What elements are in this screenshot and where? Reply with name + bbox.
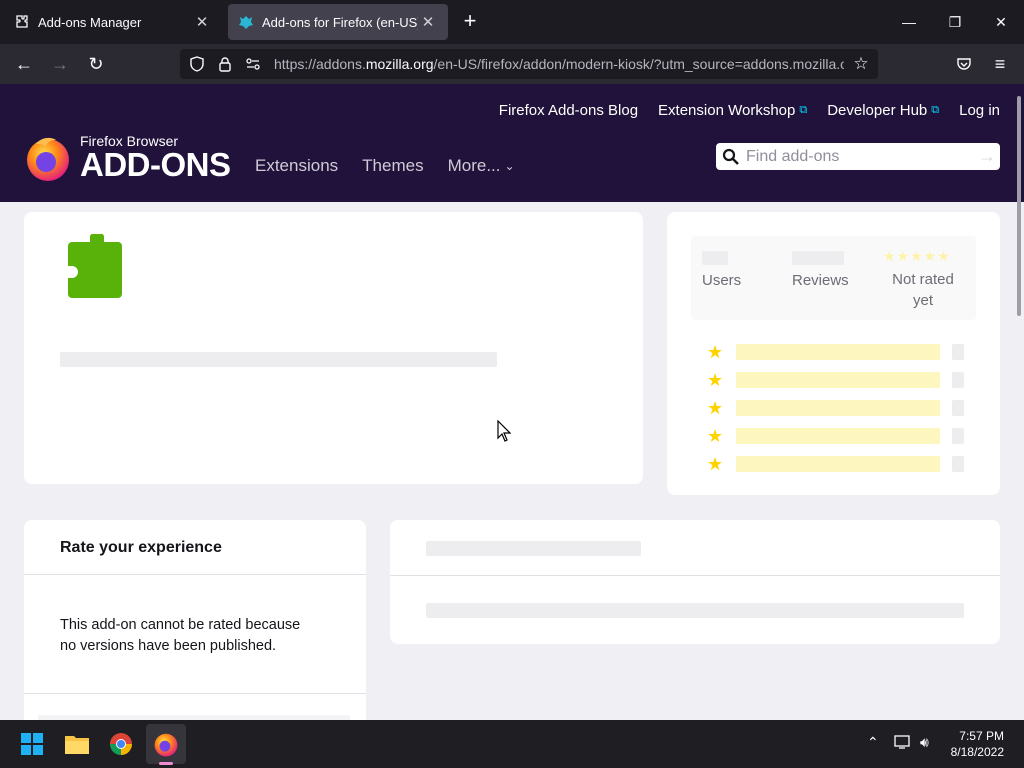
puzzle-icon <box>68 234 122 298</box>
rating-bar-row[interactable]: ★ <box>707 426 967 446</box>
firefox-logo-icon <box>27 137 69 181</box>
close-tab-icon[interactable]: ✕ <box>418 12 438 32</box>
rating-count-placeholder <box>952 456 964 472</box>
pocket-icon[interactable] <box>952 52 976 76</box>
header-top-links: Firefox Add-ons Blog Extension Workshop ⧉… <box>499 102 1000 119</box>
divider <box>24 574 366 575</box>
users-label: Users <box>702 272 742 289</box>
rating-stars-placeholder: ★★★★★ <box>883 248 951 264</box>
star-icon: ★ <box>707 398 724 418</box>
tab-title: Add-ons for Firefox (en-US) <box>262 14 418 30</box>
puzzle-icon <box>16 15 28 28</box>
external-link-icon: ⧉ <box>799 104 808 116</box>
tab-addons-manager[interactable]: Add-ons Manager ✕ <box>4 4 222 40</box>
file-explorer-icon[interactable] <box>61 728 93 760</box>
star-icon: ★ <box>707 342 724 362</box>
close-tab-icon[interactable]: ✕ <box>192 12 212 32</box>
addon-meta-card: Users Reviews ★★★★★ Not rated yet ★ ★ ★ ★… <box>667 212 1000 495</box>
close-window-icon[interactable]: ✕ <box>989 10 1013 34</box>
reviews-label: Reviews <box>792 272 849 289</box>
content-placeholder <box>426 603 964 618</box>
permissions-icon[interactable] <box>242 53 264 75</box>
url-text[interactable]: https://addons.mozilla.org/en-US/firefox… <box>274 56 844 72</box>
rating-bar <box>736 344 940 360</box>
system-clock[interactable]: 7:57 PM 8/18/2022 <box>951 728 1004 760</box>
navigation-toolbar: ← → ↻ https://addons.mozilla.org/en-US/f… <box>0 44 1024 84</box>
heading-placeholder <box>426 541 641 556</box>
search-input[interactable] <box>746 147 966 166</box>
link-log-in[interactable]: Log in <box>959 102 1000 119</box>
back-icon[interactable]: ← <box>12 52 36 76</box>
chevron-down-icon: ⌄ <box>504 159 515 173</box>
tab-title: Add-ons Manager <box>38 14 142 30</box>
minimize-icon[interactable]: — <box>897 10 921 34</box>
lock-icon[interactable] <box>214 53 236 75</box>
logo-title: ADD-ONS <box>80 146 231 183</box>
nav-themes[interactable]: Themes <box>362 156 423 176</box>
rating-bar-row[interactable]: ★ <box>707 454 967 474</box>
link-addons-blog[interactable]: Firefox Add-ons Blog <box>499 102 638 119</box>
rating-bar <box>736 372 940 388</box>
divider <box>390 575 1000 576</box>
site-header: Firefox Add-ons Blog Extension Workshop ⧉… <box>0 84 1024 202</box>
rate-experience-card: Rate your experience This add-on cannot … <box>24 520 366 730</box>
page-scrollbar[interactable] <box>1017 96 1021 316</box>
network-icon[interactable] <box>894 734 912 753</box>
main-nav: Extensions Themes More... ⌄ <box>255 156 515 176</box>
rating-bar-row[interactable]: ★ <box>707 342 967 362</box>
amo-icon <box>239 16 253 29</box>
users-count-placeholder <box>702 251 728 265</box>
rating-count-placeholder <box>952 428 964 444</box>
star-icon: ★ <box>707 426 724 446</box>
rating-count-placeholder <box>952 344 964 360</box>
reviews-count-placeholder <box>792 251 844 265</box>
search-icon <box>722 148 739 165</box>
star-icon: ★ <box>707 454 724 474</box>
search-box: → <box>716 143 1000 170</box>
addon-info-card <box>24 212 643 484</box>
link-developer-hub[interactable]: Developer Hub ⧉ <box>827 102 939 119</box>
volume-icon[interactable]: 🔊︎ <box>920 734 929 751</box>
show-hidden-icons-chevron-icon[interactable]: ⌃ <box>867 734 879 751</box>
restore-icon[interactable]: ❐ <box>943 10 967 34</box>
clock-time: 7:57 PM <box>959 729 1004 743</box>
rating-bar-row[interactable]: ★ <box>707 370 967 390</box>
addon-name-placeholder <box>60 352 497 367</box>
new-tab-button[interactable]: + <box>458 10 482 34</box>
active-app-indicator <box>159 762 173 765</box>
addon-details-card <box>390 520 1000 644</box>
bookmark-star-icon[interactable]: ☆ <box>850 53 872 75</box>
addons-logo[interactable]: Firefox Browser ADD-ONS <box>24 132 234 184</box>
clock-date: 8/18/2022 <box>950 745 1004 759</box>
star-icon: ★ <box>707 370 724 390</box>
not-rated-label: Not rated yet <box>892 271 954 309</box>
windows-start-icon[interactable] <box>16 728 48 760</box>
shield-icon[interactable] <box>186 53 208 75</box>
rating-bar <box>736 400 940 416</box>
rating-bar <box>736 428 940 444</box>
external-link-icon: ⧉ <box>931 104 940 116</box>
rating-bar-row[interactable]: ★ <box>707 398 967 418</box>
rating-bar <box>736 456 940 472</box>
reload-icon[interactable]: ↻ <box>84 52 108 76</box>
rate-title: Rate your experience <box>60 539 222 556</box>
rate-message: This add-on cannot be rated because no ve… <box>60 617 301 654</box>
windows-taskbar: ⌃ 🔊︎ 7:57 PM 8/18/2022 <box>0 720 1024 768</box>
menu-hamburger-icon[interactable]: ≡ <box>988 52 1012 76</box>
firefox-taskbar-icon[interactable] <box>150 728 182 760</box>
mouse-cursor-icon <box>497 420 511 442</box>
chrome-icon[interactable] <box>105 728 137 760</box>
nav-more[interactable]: More... ⌄ <box>448 156 515 176</box>
link-extension-workshop[interactable]: Extension Workshop ⧉ <box>658 102 807 119</box>
rating-count-placeholder <box>952 372 964 388</box>
divider <box>24 693 366 694</box>
tab-addons-for-firefox[interactable]: Add-ons for Firefox (en-US) ✕ <box>228 4 448 40</box>
search-submit-arrow-icon[interactable]: → <box>978 146 996 167</box>
nav-extensions[interactable]: Extensions <box>255 156 338 176</box>
meta-summary: Users Reviews ★★★★★ Not rated yet <box>691 236 976 320</box>
browser-tab-bar: Add-ons Manager ✕ Add-ons for Firefox (e… <box>0 0 1024 44</box>
forward-icon[interactable]: → <box>48 52 72 76</box>
rating-count-placeholder <box>952 400 964 416</box>
url-bar[interactable]: https://addons.mozilla.org/en-US/firefox… <box>180 49 878 79</box>
